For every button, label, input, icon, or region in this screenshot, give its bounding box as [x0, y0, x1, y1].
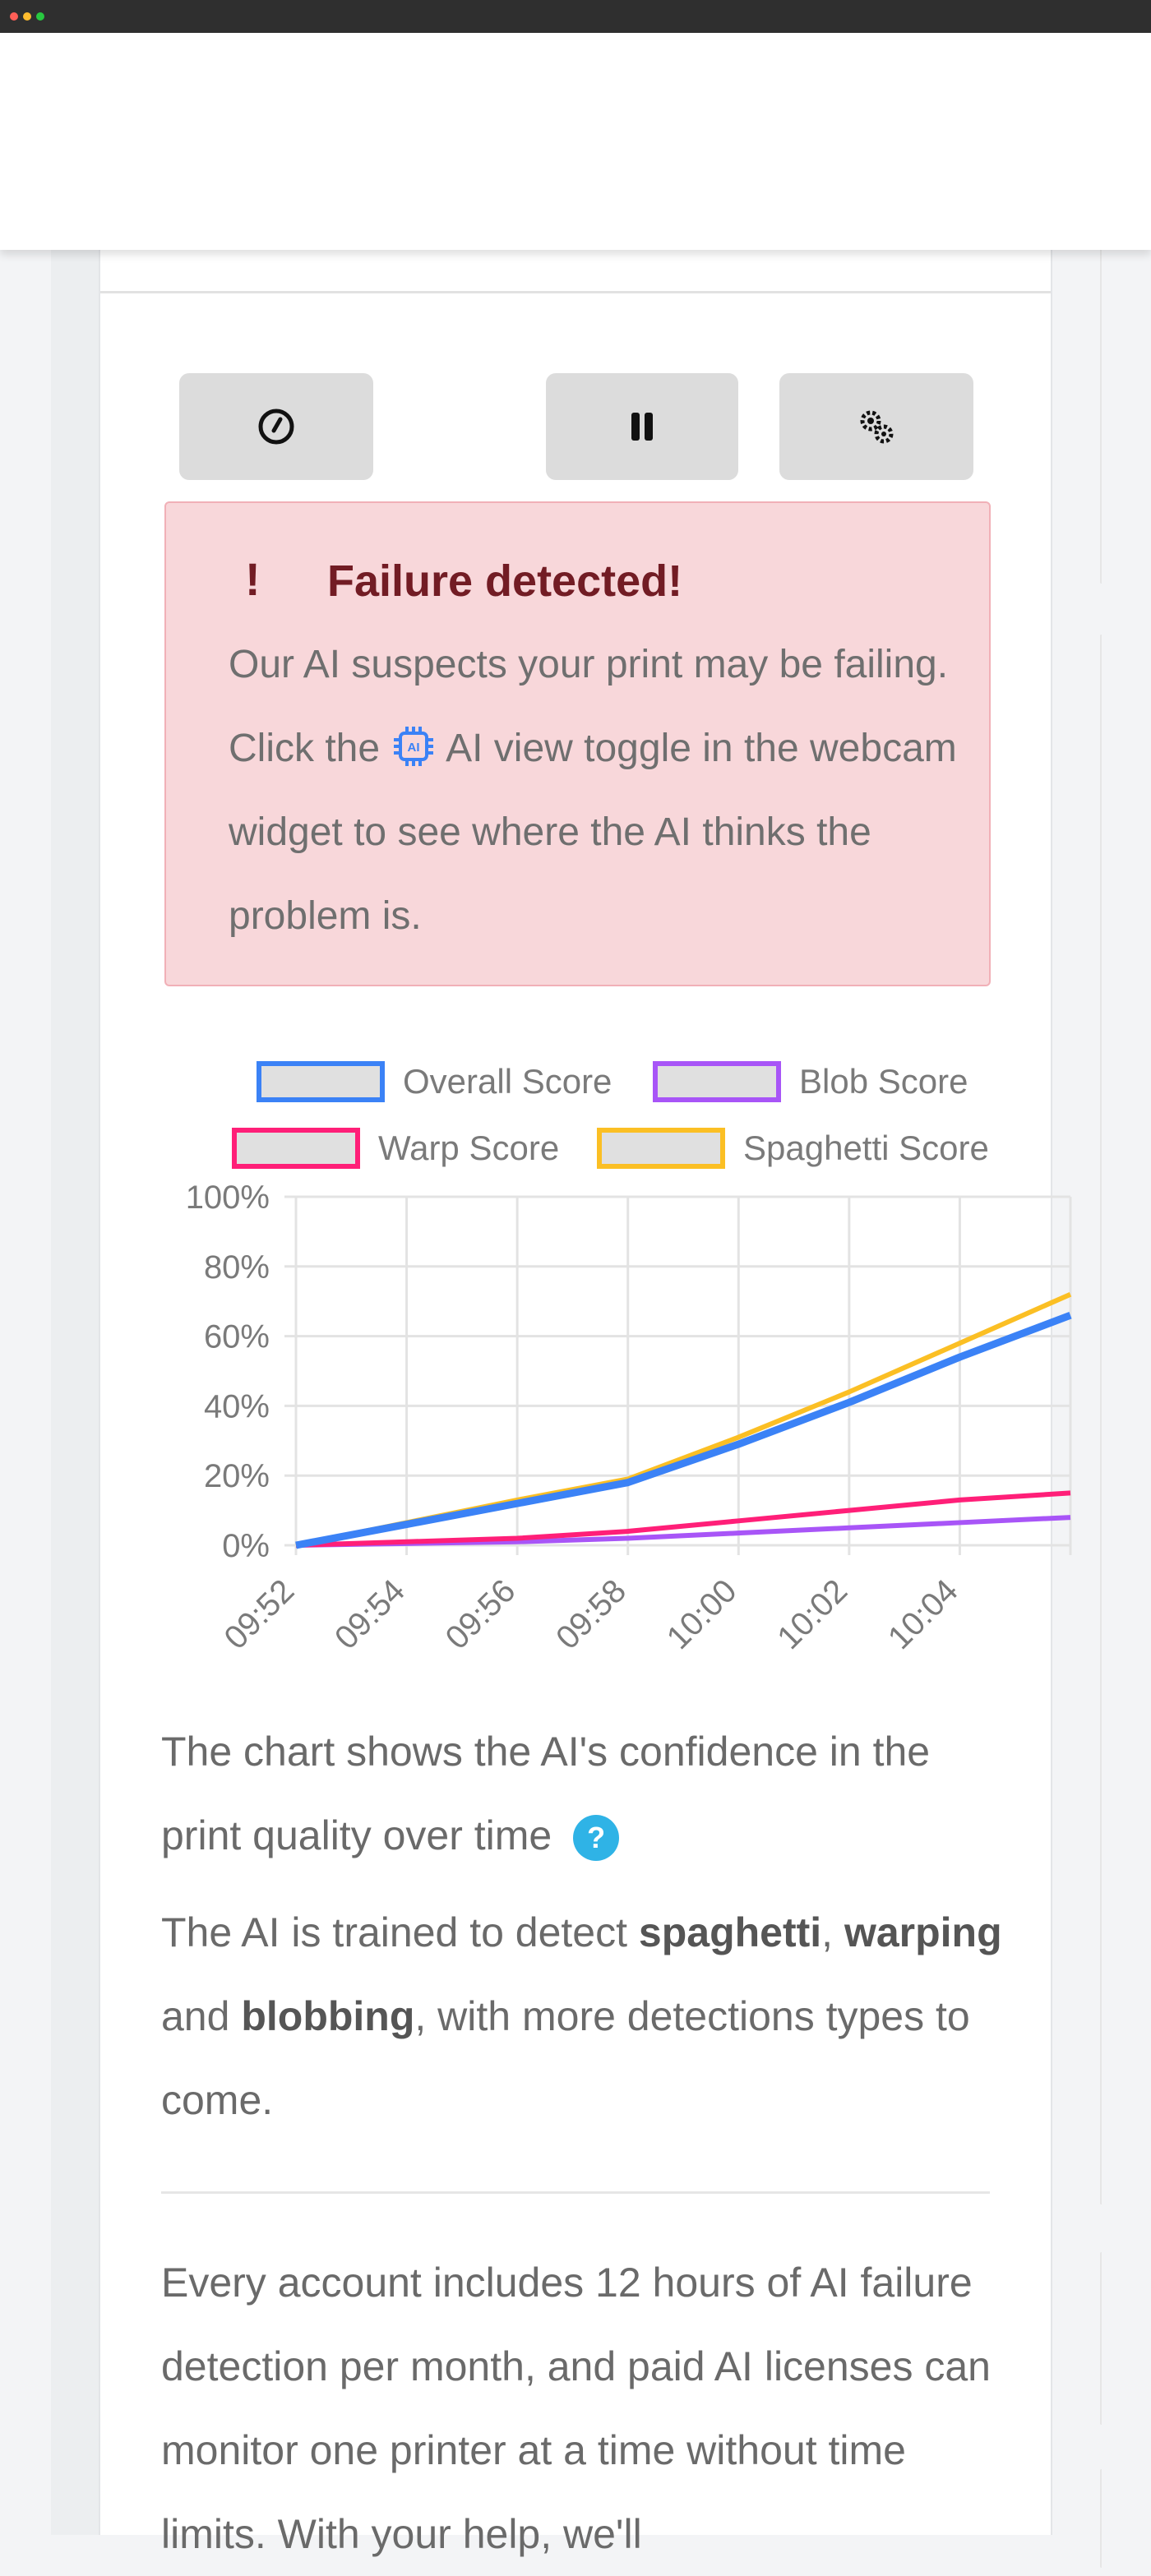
ai-chip-icon: AI: [394, 727, 434, 766]
legend-swatch-overall: [257, 1061, 385, 1102]
alert-title: Failure detected!: [327, 556, 683, 606]
x-tick-label: 09:52: [217, 1572, 301, 1656]
chart-caption-text: The chart shows the AI's confidence in t…: [161, 1729, 931, 1858]
y-tick-label: 100%: [186, 1180, 270, 1216]
x-tick-label: 09:54: [328, 1572, 412, 1656]
window-titlebar: [0, 0, 1151, 33]
y-tick-label: 80%: [204, 1249, 270, 1286]
legend-item-warp-score[interactable]: Warp Score: [232, 1128, 559, 1169]
left-gutter: [51, 247, 99, 2535]
section-divider: [161, 2191, 990, 2194]
side-card: [1100, 2469, 1102, 2568]
y-tick-label: 40%: [204, 1388, 270, 1424]
cogs-icon: [860, 410, 894, 444]
comma: ,: [821, 1909, 834, 1955]
failure-alert: ! Failure detected! Our AI suspects your…: [164, 501, 991, 986]
spaghetti-term: spaghetti: [638, 1909, 822, 1955]
dashboard-button[interactable]: [179, 373, 373, 480]
legend-item-blob-score[interactable]: Blob Score: [653, 1061, 968, 1102]
settings-button[interactable]: [779, 373, 973, 480]
y-tick-label: 20%: [204, 1458, 270, 1494]
side-card: [1100, 2252, 1102, 2425]
top-bar: [0, 33, 1151, 250]
legend-label-spaghetti: Spaghetti Score: [743, 1129, 989, 1167]
legend-label-warp: Warp Score: [378, 1129, 560, 1167]
alert-message: Our AI suspects your print may be failin…: [229, 623, 968, 958]
blobbing-term: blobbing: [241, 1993, 415, 2039]
ai-confidence-chart: 0% 20% 40% 60% 80% 100% 09:52 09:54 09:56 09:58 10…: [186, 1180, 1072, 1656]
side-card: [1100, 230, 1102, 584]
legend-swatch-blob: [653, 1061, 781, 1102]
legend-item-overall-score[interactable]: Overall Score: [257, 1061, 612, 1102]
detection-types-text: The AI is trained to detect spaghetti, w…: [161, 1890, 1008, 2142]
y-tick-label: 0%: [222, 1528, 270, 1564]
exclamation-icon: !: [245, 553, 261, 605]
pause-button[interactable]: [546, 373, 738, 480]
help-icon[interactable]: ?: [573, 1815, 620, 1861]
pause-icon: [631, 413, 653, 441]
legend-item-spaghetti-score[interactable]: Spaghetti Score: [597, 1128, 989, 1169]
warping-term: warping: [844, 1909, 1002, 1955]
account-info-text: Every account includes 12 hours of AI fa…: [161, 2260, 991, 2557]
x-tick-label: 09:58: [549, 1572, 633, 1656]
close-window-dot[interactable]: [10, 12, 18, 21]
legend-swatch-spaghetti: [597, 1128, 725, 1169]
chart-caption: The chart shows the AI's confidence in t…: [161, 1710, 1008, 1877]
card-header-divider: [100, 291, 1051, 293]
x-tick-label: 09:56: [439, 1572, 523, 1656]
and-word: and: [161, 1993, 230, 2039]
series-line-spaghetti-score: [295, 1291, 1072, 1548]
side-card: [1100, 635, 1102, 2204]
legend-label-blob: Blob Score: [799, 1062, 968, 1101]
y-tick-label: 60%: [204, 1319, 270, 1355]
minimize-window-dot[interactable]: [23, 12, 31, 21]
svg-text:AI: AI: [408, 741, 420, 755]
series-line-overall-score: [295, 1311, 1072, 1549]
x-tick-label: 10:02: [770, 1572, 854, 1656]
legend-label-overall: Overall Score: [403, 1062, 612, 1101]
x-tick-label: 10:04: [881, 1572, 965, 1656]
detection-text-start: The AI is trained to detect: [161, 1909, 627, 1955]
maximize-window-dot[interactable]: [36, 12, 44, 21]
tachometer-icon: [258, 409, 294, 445]
legend-swatch-warp: [232, 1128, 360, 1169]
x-tick-label: 10:00: [660, 1572, 744, 1656]
